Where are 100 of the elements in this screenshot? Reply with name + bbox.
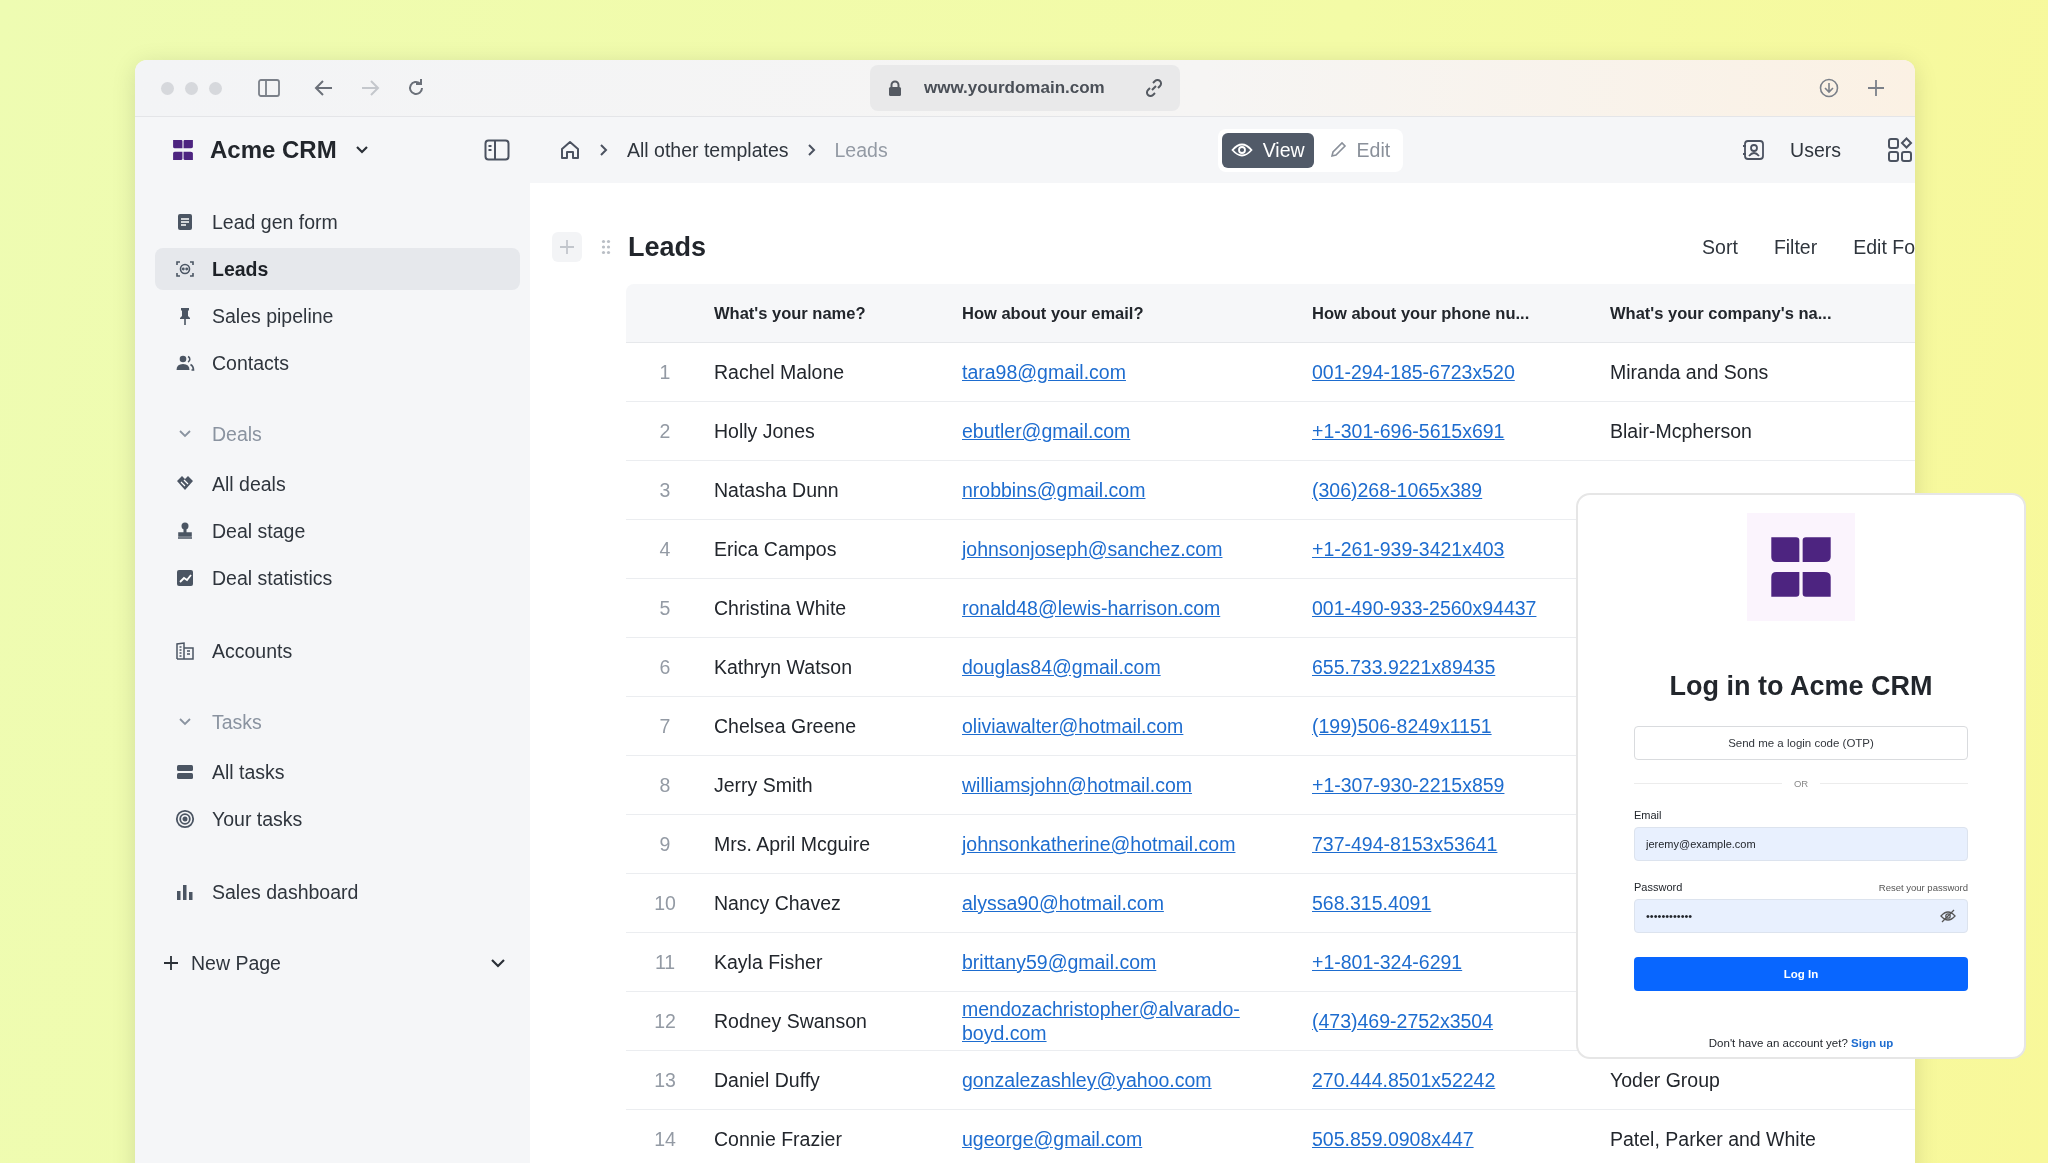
- reload-icon[interactable]: [406, 78, 426, 98]
- chevron-down-icon: [354, 145, 369, 155]
- field-label: Password: [1634, 881, 1683, 893]
- phone-link[interactable]: 737-494-8153x53641: [1312, 832, 1498, 855]
- phone-link[interactable]: (199)506-8249x1151: [1312, 714, 1492, 737]
- email-link[interactable]: johnsonjoseph@sanchez.com: [962, 536, 1300, 562]
- workspace-switcher[interactable]: Acme CRM: [210, 136, 369, 164]
- phone-link[interactable]: +1-301-696-5615x691: [1312, 419, 1505, 442]
- sidebar-panel-icon[interactable]: [484, 139, 510, 161]
- sidebar-item[interactable]: Deal statistics: [155, 557, 520, 599]
- phone-link[interactable]: (306)268-1065x389: [1312, 478, 1483, 501]
- signup-prompt: Don't have an account yet? Sign up: [1707, 1037, 1895, 1049]
- company-cell: Miranda and Sons: [1610, 360, 1769, 383]
- apps-grid-icon[interactable]: [1887, 137, 1913, 163]
- email-link[interactable]: williamsjohn@hotmail.com: [962, 772, 1300, 798]
- phone-link[interactable]: 568.315.4091: [1312, 891, 1432, 914]
- email-link[interactable]: nrobbins@gmail.com: [962, 477, 1300, 503]
- email-link[interactable]: alyssa90@hotmail.com: [962, 890, 1300, 916]
- mode-tab[interactable]: Edit: [1319, 132, 1400, 168]
- password-field[interactable]: ••••••••••••: [1634, 899, 1968, 933]
- column-header[interactable]: How about your phone nu...: [1312, 303, 1610, 323]
- login-button[interactable]: Log In: [1634, 957, 1968, 991]
- breadcrumb-link[interactable]: Leads: [834, 138, 888, 162]
- eye-off-icon[interactable]: [1940, 909, 1956, 923]
- row-number: 1: [658, 360, 672, 384]
- phone-link[interactable]: 001-490-933-2560x94437: [1312, 596, 1537, 619]
- column-header[interactable]: What's your company's na...: [1610, 303, 1915, 323]
- sidebar-item[interactable]: Lead gen form: [155, 201, 520, 243]
- sidebar-section[interactable]: Tasks: [155, 701, 520, 743]
- toolbar-button[interactable]: Filter: [1773, 235, 1818, 259]
- sidebar-item[interactable]: All deals: [155, 463, 520, 505]
- email-link[interactable]: ebutler@gmail.com: [962, 418, 1300, 444]
- sidebar-item[interactable]: Your tasks: [155, 798, 520, 840]
- drag-handle-icon[interactable]: [601, 239, 611, 255]
- name-cell-text: Jerry Smith: [714, 773, 814, 797]
- sidebar-item[interactable]: Leads: [155, 248, 520, 290]
- link-icon[interactable]: [1144, 78, 1164, 98]
- email-link[interactable]: ugeorge@gmail.com: [962, 1126, 1300, 1152]
- signup-link[interactable]: Sign up: [1851, 1037, 1894, 1049]
- chevron-right-icon: [806, 143, 817, 157]
- app-logo-icon: [1768, 534, 1834, 600]
- row-number: 10: [653, 891, 677, 915]
- email-field[interactable]: jeremy@example.com: [1634, 827, 1968, 861]
- name-cell-text: Kayla Fisher: [714, 950, 824, 974]
- email-link[interactable]: brittany59@gmail.com: [962, 949, 1300, 975]
- name-cell-text: Natasha Dunn: [714, 478, 840, 502]
- email-link[interactable]: tara98@gmail.com: [962, 359, 1300, 385]
- divider-text: OR: [1793, 778, 1809, 789]
- email-link[interactable]: oliviawalter@hotmail.com: [962, 713, 1300, 739]
- url-text: www.yourdomain.com: [924, 78, 1106, 98]
- sidebar-toggle-icon[interactable]: [258, 79, 280, 97]
- phone-link[interactable]: +1-307-930-2215x859: [1312, 773, 1505, 796]
- email-link[interactable]: mendozachristopher@alvarado-boyd.com: [962, 996, 1300, 1046]
- contacts-icon: [175, 353, 195, 373]
- row-number: 12: [653, 1009, 677, 1033]
- email-link[interactable]: gonzalezashley@yahoo.com: [962, 1067, 1300, 1093]
- row-number: 11: [653, 950, 677, 974]
- users-button[interactable]: Users: [1736, 137, 1847, 163]
- column-header[interactable]: How about your email?: [962, 303, 1312, 323]
- email-link[interactable]: douglas84@gmail.com: [962, 654, 1300, 680]
- breadcrumb-link[interactable]: All other templates: [627, 138, 789, 162]
- mode-tab[interactable]: View: [1221, 132, 1314, 168]
- otp-button[interactable]: Send me a login code (OTP): [1634, 726, 1968, 760]
- phone-link[interactable]: (473)469-2752x3504: [1312, 1009, 1494, 1032]
- sidebar-item[interactable]: Sales pipeline: [155, 295, 520, 337]
- row-number: 3: [658, 478, 672, 502]
- name-cell-text: Nancy Chavez: [714, 891, 842, 915]
- stage-icon: [175, 521, 195, 541]
- plus-icon: [163, 955, 179, 971]
- phone-link[interactable]: +1-801-324-6291: [1312, 950, 1463, 973]
- email-link[interactable]: ronald48@lewis-harrison.com: [962, 595, 1300, 621]
- phone-link[interactable]: 505.859.0908x447: [1312, 1127, 1474, 1150]
- sidebar-item[interactable]: All tasks: [155, 751, 520, 793]
- sidebar-item[interactable]: Accounts: [155, 630, 520, 672]
- download-icon[interactable]: [1819, 78, 1839, 98]
- address-bar[interactable]: www.yourdomain.com: [870, 65, 1180, 111]
- alltasks-icon: [175, 762, 195, 782]
- sidebar-item[interactable]: Deal stage: [155, 510, 520, 552]
- home-icon[interactable]: [559, 139, 581, 161]
- back-arrow-icon[interactable]: [314, 79, 334, 97]
- name-cell-text: Rachel Malone: [714, 360, 846, 384]
- phone-link[interactable]: 270.444.8501x52242: [1312, 1068, 1496, 1091]
- column-header[interactable]: What's your name?: [714, 303, 962, 323]
- sidebar-item[interactable]: Contacts: [155, 342, 520, 384]
- sidebar-section[interactable]: Deals: [155, 413, 520, 455]
- name-cell-text: Connie Frazier: [714, 1127, 843, 1151]
- new-tab-icon[interactable]: [1867, 79, 1885, 97]
- chevron-icon: [178, 717, 192, 727]
- reset-password-link[interactable]: Reset your password: [1878, 882, 1968, 893]
- phone-link[interactable]: 655.733.9221x89435: [1312, 655, 1496, 678]
- email-link[interactable]: johnsonkatherine@hotmail.com: [962, 831, 1300, 857]
- phone-link[interactable]: 001-294-185-6723x520: [1312, 360, 1515, 383]
- row-number: 4: [658, 537, 672, 561]
- accounts-icon: [175, 641, 195, 661]
- new-page-button[interactable]: New Page: [155, 942, 520, 984]
- toolbar-button[interactable]: Sort: [1702, 235, 1738, 259]
- sidebar-item[interactable]: Sales dashboard: [155, 871, 520, 913]
- row-number: 9: [658, 832, 672, 856]
- toolbar-button[interactable]: Edit Fo: [1853, 235, 1915, 259]
- phone-link[interactable]: +1-261-939-3421x403: [1312, 537, 1505, 560]
